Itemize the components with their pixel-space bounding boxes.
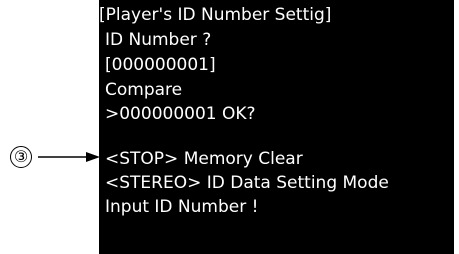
current-id-value: [000000001] bbox=[105, 55, 216, 75]
callout-number-3: ③ bbox=[10, 146, 32, 168]
display-screen: [Player's ID Number Settig] ID Number ? … bbox=[99, 0, 454, 254]
screen-title: [Player's ID Number Settig] bbox=[99, 5, 332, 25]
callout-marker: ③ bbox=[4, 144, 100, 172]
id-number-prompt: ID Number ? bbox=[105, 30, 212, 50]
compare-label: Compare bbox=[105, 80, 183, 100]
compare-confirmation: >000000001 OK? bbox=[105, 104, 256, 124]
stop-memory-clear-hint: <STOP> Memory Clear bbox=[105, 149, 303, 169]
arrow-right-icon bbox=[38, 152, 100, 162]
stereo-id-setting-hint: <STEREO> ID Data Setting Mode bbox=[105, 173, 389, 193]
input-id-instruction: Input ID Number ! bbox=[105, 197, 259, 217]
